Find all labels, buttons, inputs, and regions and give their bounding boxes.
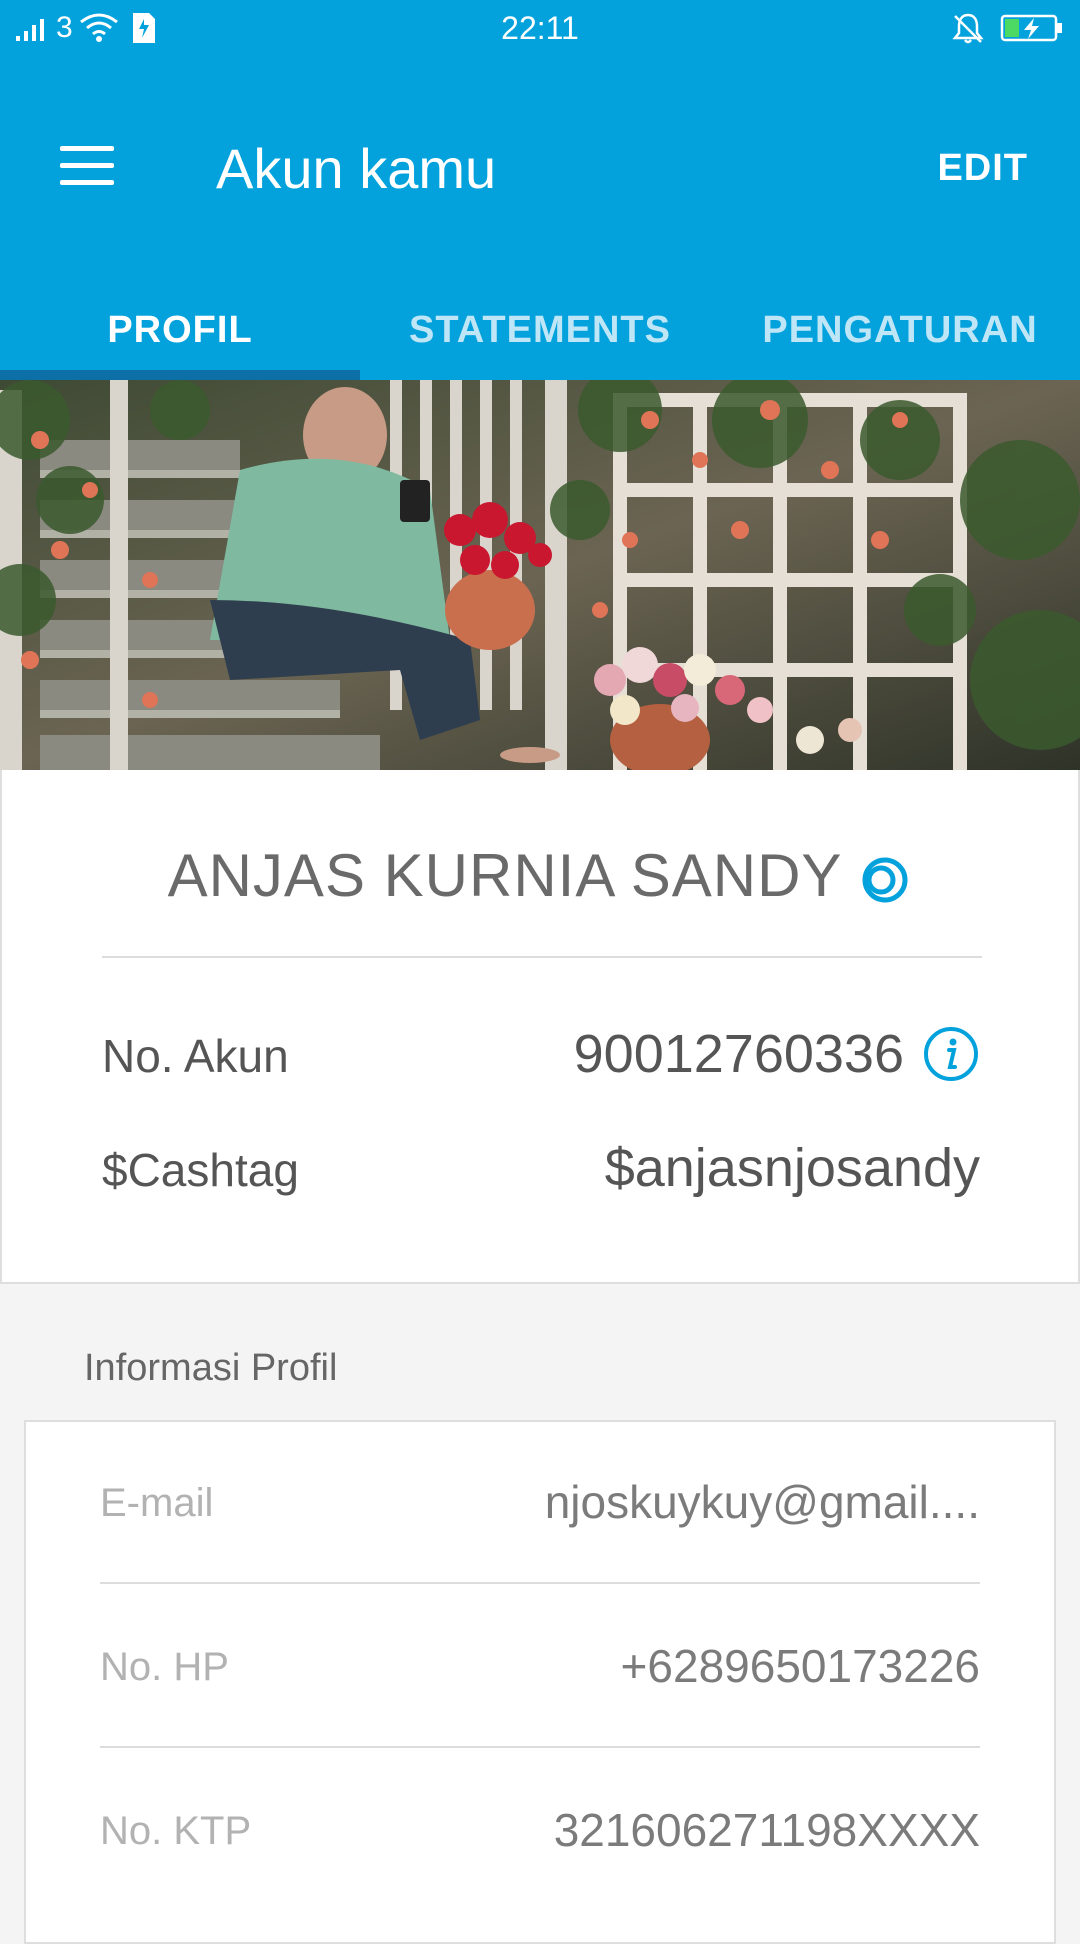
email-row[interactable]: E-mail njoskuykuy@gmail.... [100,1422,980,1584]
row-divider [100,1746,980,1748]
cover-photo [0,380,1080,770]
menu-icon-bar [60,146,114,151]
ktp-label: No. KTP [100,1809,252,1853]
app-bar: Akun kamu EDIT PROFIL STATEMENTS PENGATU… [0,56,1080,380]
section-title: Informasi Profil [84,1347,338,1389]
page-title: Akun kamu [216,137,497,200]
menu-button[interactable] [50,130,124,202]
email-label: E-mail [100,1481,214,1525]
ktp-value: 321606271198XXXX [553,1804,980,1856]
profile-card: ANJAS KURNIA SANDY No. Akun 90012760336 … [0,770,1080,1284]
bell-off-icon [952,13,984,44]
profile-name: ANJAS KURNIA SANDY [167,842,843,909]
phone-label: No. HP [100,1645,229,1689]
info-icon[interactable] [922,1025,980,1083]
active-tab-indicator [0,370,360,380]
tab-profil[interactable]: PROFIL [0,300,360,380]
status-bar: 3 22:11 [0,0,1080,56]
cashtag-label: $Cashtag [102,1144,299,1196]
account-number-label: No. Akun [102,1030,289,1082]
phone-row[interactable]: No. HP +6289650173226 [100,1586,980,1748]
phone-value: +6289650173226 [620,1640,980,1692]
edit-button[interactable]: EDIT [937,144,1028,192]
profile-info-card: E-mail njoskuykuy@gmail.... No. HP +6289… [24,1420,1056,1944]
status-right [950,10,1064,46]
menu-icon-bar [60,163,114,168]
name-divider [102,956,982,958]
menu-icon-bar [60,180,114,185]
verified-badge-icon [862,857,908,903]
account-number-row-value: 90012760336 [574,1022,980,1086]
tab-pengaturan[interactable]: PENGATURAN [720,300,1080,380]
tab-statements[interactable]: STATEMENTS [360,300,720,380]
tab-bar: PROFIL STATEMENTS PENGATURAN [0,300,1080,380]
status-time: 22:11 [501,10,579,46]
cashtag-value: $anjasnjosandy [604,1138,980,1198]
account-number-value: 90012760336 [573,1024,904,1084]
row-divider [100,1582,980,1584]
cover-photo-image [0,380,1080,770]
ktp-row[interactable]: No. KTP 321606271198XXXX [100,1750,980,1912]
profile-name-row: ANJAS KURNIA SANDY [2,840,1078,912]
battery-charging-icon [1000,14,1062,42]
email-value: njoskuykuy@gmail.... [544,1476,980,1528]
